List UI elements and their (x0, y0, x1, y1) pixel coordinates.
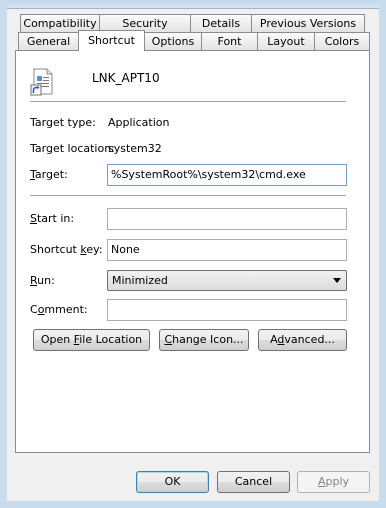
change-icon-accel: C (164, 333, 173, 346)
target-type-value: Application (108, 116, 170, 129)
target-location-label: Target location: (30, 142, 115, 155)
apply-post: pply (325, 475, 350, 488)
start-in-label-rest: tart in: (36, 212, 75, 225)
comment-label: Comment: (30, 303, 88, 316)
separator (30, 101, 346, 103)
target-label: Target: (30, 168, 68, 181)
comment-label-post: mment: (44, 303, 88, 316)
open-file-location-button[interactable]: Open File Location (33, 329, 150, 351)
start-in-label: Start in: (30, 212, 74, 225)
start-in-label-accel: S (30, 212, 37, 225)
cancel-button[interactable]: Cancel (217, 471, 290, 493)
advanced-button[interactable]: Advanced... (258, 329, 347, 351)
advanced-post: vanced... (284, 333, 335, 346)
run-select[interactable]: Minimized (107, 270, 347, 291)
shortcut-key-label-pre: Shortcut (30, 243, 81, 256)
shortcut-key-label: Shortcut key: (30, 243, 103, 256)
comment-input[interactable] (107, 299, 347, 321)
open-file-location-post: ile Location (79, 333, 143, 346)
comment-label-pre: C (30, 303, 38, 316)
shortcut-file-icon (30, 68, 56, 96)
run-label-rest: un: (37, 274, 55, 287)
run-select-value: Minimized (112, 274, 168, 287)
ok-button[interactable]: OK (136, 471, 209, 493)
target-input[interactable]: %SystemRoot%\system32\cmd.exe (107, 164, 347, 186)
shortcut-key-label-post: ey: (86, 243, 103, 256)
run-label: Run: (30, 274, 55, 287)
target-location-value: system32 (108, 142, 162, 155)
change-icon-post: hange Icon... (172, 333, 244, 346)
target-label-rest: arget: (34, 168, 68, 181)
shortcut-key-input[interactable]: None (107, 239, 347, 261)
open-file-location-pre: Open (40, 333, 74, 346)
apply-button[interactable]: Apply (297, 471, 370, 493)
shortcut-name: LNK_APT10 (92, 71, 160, 85)
change-icon-button[interactable]: Change Icon... (159, 329, 249, 351)
start-in-input[interactable] (107, 208, 347, 230)
apply-accel: A (317, 475, 326, 488)
separator (30, 195, 346, 197)
target-type-label: Target type: (30, 116, 96, 129)
chevron-down-icon[interactable] (333, 278, 341, 283)
